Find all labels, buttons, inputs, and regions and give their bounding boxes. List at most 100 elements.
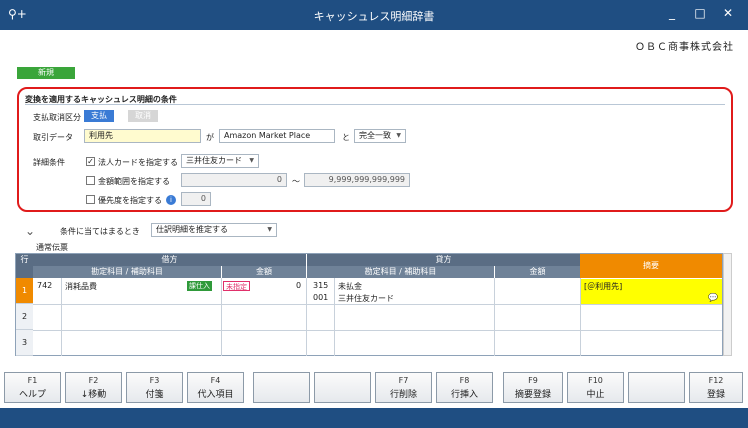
minimize-button[interactable]: _: [662, 6, 682, 20]
fkey-label: ↓移動: [80, 390, 107, 400]
row-divider: [33, 304, 722, 305]
debit-code[interactable]: 742: [37, 281, 52, 290]
title-bar: ⚲+ キャッシュレス明細辞書 _ □ ✕: [0, 0, 748, 30]
fkey-code: F9: [528, 376, 538, 385]
debit-account-header: 勘定科目 / 補助科目: [33, 266, 221, 278]
col-divider: [494, 278, 495, 356]
chevron-down-icon: ▼: [267, 226, 272, 233]
col-row-header: 行: [16, 254, 33, 278]
chevron-down-icon: ▼: [396, 132, 401, 139]
f12-save-button[interactable]: F12 登録: [689, 372, 743, 403]
corp-card-value: 三井住友カード: [186, 156, 242, 165]
fkey-code: F4: [210, 376, 221, 385]
info-icon[interactable]: i: [166, 195, 176, 205]
fkey-code: F1: [27, 376, 38, 385]
fkey-label: ヘルプ: [18, 390, 46, 400]
col-divider: [334, 278, 335, 356]
credit-header: 貸方: [306, 254, 580, 266]
to-label: と: [342, 133, 350, 142]
corp-card-select[interactable]: 三井住友カード ▼: [181, 154, 259, 168]
debit-header: 借方: [33, 254, 306, 266]
f4-insert-item-button[interactable]: F4 代入項目: [187, 372, 244, 403]
debit-account[interactable]: 消耗品費: [65, 281, 97, 292]
fkey-label: 中止: [586, 390, 605, 400]
detail-label: 詳細条件: [33, 158, 65, 167]
fkey-code: F8: [459, 376, 470, 385]
payment-option-cancel[interactable]: 取消: [128, 110, 158, 122]
amount-from-input[interactable]: 0: [181, 173, 287, 187]
fkey-code: F7: [398, 376, 409, 385]
credit-code[interactable]: 315: [313, 281, 328, 290]
debit-amount[interactable]: 0: [296, 281, 301, 290]
col-divider: [306, 278, 307, 356]
corp-card-label: 法人カードを指定する: [98, 158, 178, 167]
amount-to-input[interactable]: 9,999,999,999,999: [304, 173, 410, 187]
fkey-code: F2: [88, 376, 99, 385]
match-value: 完全一致: [359, 131, 391, 140]
payment-option-pay[interactable]: 支払: [84, 110, 114, 122]
payment-type-label: 支払取消区分: [33, 113, 81, 122]
amount-label: 金額範囲を指定する: [98, 177, 170, 186]
data-value-input[interactable]: Amazon Market Place: [219, 129, 335, 143]
credit-account[interactable]: 未払金: [338, 281, 362, 292]
col-divider: [221, 278, 222, 356]
function-key-bar: F1 ヘルプ F2 ↓移動 F3 付箋 F4 代入項目 F7 行削除 F8 行挿入 F9 摘要…: [0, 372, 748, 406]
fkey-label: 摘要登録: [514, 390, 551, 400]
f8-insert-row-button[interactable]: F8 行挿入: [436, 372, 493, 403]
grid-scrollbar[interactable]: [723, 253, 732, 356]
status-bar: [0, 408, 748, 428]
f9-register-summary-button[interactable]: F9 摘要登録: [503, 372, 563, 403]
maximize-button[interactable]: □: [690, 6, 710, 20]
fkey-label: 行挿入: [450, 390, 478, 400]
ga-label: が: [206, 133, 214, 142]
credit-sub-account[interactable]: 三井住友カード: [338, 293, 394, 304]
row-number[interactable]: 1: [16, 278, 33, 304]
tax-tag: 課仕入: [187, 281, 212, 291]
f6-empty-button[interactable]: [314, 372, 371, 403]
priority-label: 優先度を指定する: [98, 196, 162, 205]
comment-icon[interactable]: 💬: [708, 293, 718, 302]
chevron-down-icon[interactable]: ⌄: [25, 224, 35, 238]
credit-amount-header: 金額: [494, 266, 580, 278]
corp-card-checkbox[interactable]: ✓: [86, 157, 95, 166]
fkey-code: F10: [588, 376, 603, 385]
amount-checkbox[interactable]: [86, 176, 95, 185]
status-badge: 新規: [17, 67, 75, 79]
f2-move-button[interactable]: F2 ↓移動: [65, 372, 122, 403]
journal-grid: 行 借方 貸方 摘要 勘定科目 / 補助科目 金額 勘定科目 / 補助科目 金額…: [15, 253, 723, 356]
close-button[interactable]: ✕: [718, 6, 738, 20]
company-name: ＯＢＣ商事株式会社: [635, 42, 734, 53]
tilde-label: 〜: [292, 177, 300, 186]
credit-account-header: 勘定科目 / 補助科目: [306, 266, 494, 278]
match-select[interactable]: 完全一致 ▼: [354, 129, 406, 143]
rule-value: 仕訳明細を推定する: [156, 225, 228, 234]
data-field-input[interactable]: 利用先: [84, 129, 201, 143]
rule-label: 条件に当てはまるとき: [60, 227, 140, 236]
fkey-label: 付箋: [145, 390, 164, 400]
fkey-label: 行削除: [389, 390, 417, 400]
divider: [25, 104, 725, 105]
chevron-down-icon: ▼: [249, 157, 254, 164]
f5-empty-button[interactable]: [253, 372, 310, 403]
conditions-highlight: [17, 87, 733, 212]
fkey-label: 代入項目: [197, 390, 234, 400]
f7-delete-row-button[interactable]: F7 行削除: [375, 372, 432, 403]
f11-empty-button[interactable]: [628, 372, 685, 403]
summary-header: 摘要: [580, 254, 722, 278]
priority-checkbox[interactable]: [86, 195, 95, 204]
fkey-code: F12: [708, 376, 724, 385]
row-number[interactable]: 3: [16, 330, 33, 356]
window-title: キャッシュレス明細辞書: [313, 10, 435, 23]
fkey-label: 登録: [706, 390, 725, 400]
priority-input[interactable]: 0: [181, 192, 211, 206]
rule-select[interactable]: 仕訳明細を推定する ▼: [151, 223, 277, 237]
f10-cancel-button[interactable]: F10 中止: [567, 372, 624, 403]
f1-help-button[interactable]: F1 ヘルプ: [4, 372, 61, 403]
f3-sticky-button[interactable]: F3 付箋: [126, 372, 183, 403]
summary-text: [＠利用先]: [584, 282, 623, 291]
col-divider: [61, 278, 62, 356]
credit-sub-code[interactable]: 001: [313, 293, 328, 302]
fkey-code: F3: [149, 376, 160, 385]
summary-cell[interactable]: [＠利用先] 💬: [581, 279, 722, 304]
row-number[interactable]: 2: [16, 304, 33, 330]
